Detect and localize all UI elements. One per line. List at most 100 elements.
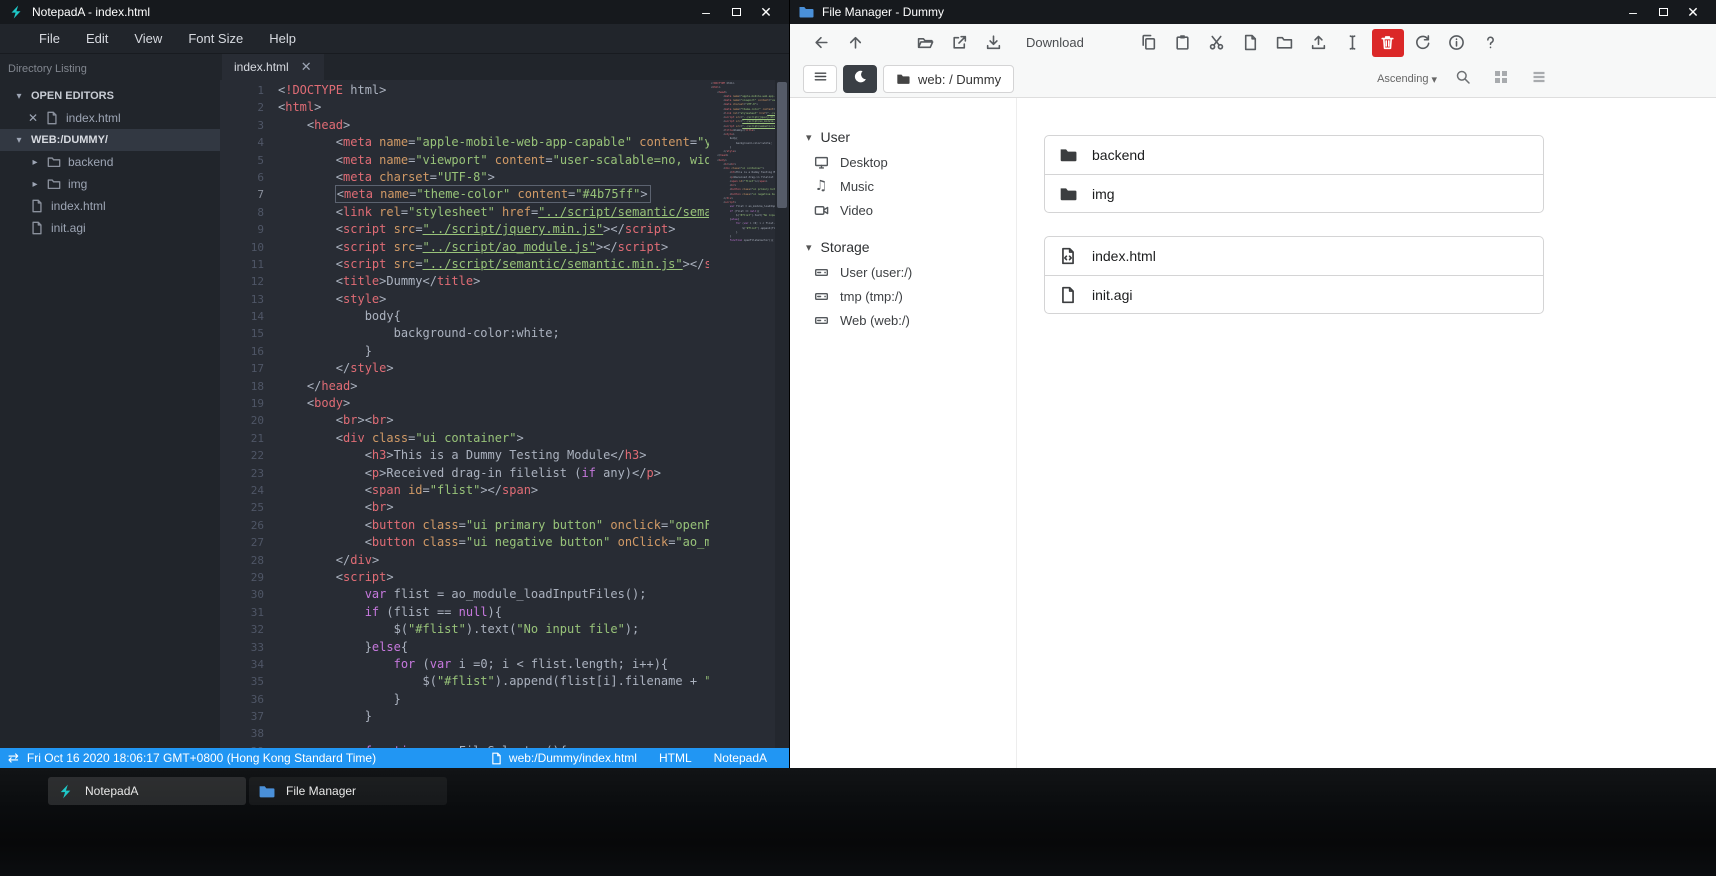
paste-button[interactable] [1168,29,1198,57]
maximize-button[interactable] [721,1,751,23]
rename-button[interactable] [1338,29,1368,57]
code-line[interactable]: <body> [278,395,709,412]
statusbar-language[interactable]: HTML [659,751,692,765]
open-editor-item[interactable]: ✕ index.html [0,107,220,129]
open-button[interactable] [910,29,940,57]
help-button[interactable] [1476,29,1506,57]
notepada-titlebar[interactable]: NotepadA - index.html – ✕ [0,0,789,24]
code-line[interactable] [278,725,709,742]
tab-close-icon[interactable]: ✕ [301,59,312,75]
code-line[interactable]: </head> [278,378,709,395]
editor-minimap[interactable]: <!DOCTYPE html> <html> <head> <meta name=… [711,82,775,748]
code-line[interactable]: <meta name="viewport" content="user-scal… [278,152,709,169]
code-line[interactable]: background-color:white; [278,325,709,342]
menu-button[interactable] [803,65,837,93]
code-line[interactable]: } [278,691,709,708]
download-button[interactable]: Download [1026,35,1084,50]
list-view-button[interactable] [1527,67,1551,91]
menu-edit[interactable]: Edit [73,24,121,53]
close-file-icon[interactable]: ✕ [28,111,38,125]
code-line[interactable]: <meta charset="UTF-8"> [278,169,709,186]
code-line[interactable]: <meta name="apple-mobile-web-app-capable… [278,134,709,151]
tree-item-img[interactable]: ▸ img [0,173,220,195]
sidebar-item-web-web[interactable]: Web (web:/) [806,308,1016,332]
statusbar-filepath-group[interactable]: web:/Dummy/index.html [490,751,637,765]
close-button[interactable]: ✕ [1678,1,1708,23]
sort-order-dropdown[interactable]: Ascending ▾ [1377,73,1437,86]
tab-index-html[interactable]: index.html ✕ [222,54,324,80]
new-file-button[interactable] [1236,29,1266,57]
code-line[interactable]: <style> [278,291,709,308]
tree-item-backend[interactable]: ▸ backend [0,151,220,173]
menu-view[interactable]: View [121,24,175,53]
code-line[interactable]: <span id="flist"></span> [278,482,709,499]
code-line[interactable]: } [278,343,709,360]
up-button[interactable] [840,29,870,57]
file-row-backend[interactable]: backend [1045,136,1543,174]
sidebar-item-music[interactable]: ♫ Music [806,174,1016,198]
code-line[interactable]: }else{ [278,639,709,656]
download-icon-button[interactable] [978,29,1008,57]
refresh-button[interactable] [1408,29,1438,57]
back-button[interactable] [806,29,836,57]
app-launcher-button[interactable] [10,778,37,809]
dark-mode-toggle[interactable] [843,65,877,93]
code-line[interactable]: <p>Received drag-in filelist (if any)</p… [278,465,709,482]
minimize-button[interactable]: – [691,1,721,23]
code-line[interactable]: <meta name="theme-color" content="#4b75f… [278,186,709,203]
new-folder-button[interactable] [1270,29,1300,57]
code-line[interactable]: $("#flist").append(flist[i].filename + "… [278,673,709,690]
code-line[interactable]: <button class="ui primary button" onclic… [278,517,709,534]
open-in-new-tab-button[interactable] [944,29,974,57]
menu-font-size[interactable]: Font Size [175,24,256,53]
code-line[interactable]: <script src="../script/ao_module.js"></s… [278,239,709,256]
open-editors-section[interactable]: ▾ OPEN EDITORS [0,85,220,107]
code-line[interactable]: function openFileSelector(){ [278,743,709,748]
sidebar-item-user-user[interactable]: User (user:/) [806,260,1016,284]
file-row-init-agi[interactable]: init.agi [1045,275,1543,313]
menu-file[interactable]: File [26,24,73,53]
code-line[interactable]: <head> [278,117,709,134]
code-line[interactable]: <link rel="stylesheet" href="../script/s… [278,204,709,221]
code-line[interactable]: <script> [278,569,709,586]
scrollbar-thumb[interactable] [777,82,787,208]
code-line[interactable]: <!DOCTYPE html> [278,82,709,99]
minimize-button[interactable]: – [1618,1,1648,23]
code-line[interactable]: <h3>This is a Dummy Testing Module</h3> [278,447,709,464]
code-line[interactable]: <script src="../script/semantic/semantic… [278,256,709,273]
menu-help[interactable]: Help [256,24,309,53]
file-row-index-html[interactable]: index.html [1045,237,1543,275]
cut-button[interactable] [1202,29,1232,57]
code-line[interactable]: </style> [278,360,709,377]
code-line[interactable]: <html> [278,99,709,116]
info-button[interactable] [1442,29,1472,57]
copy-button[interactable] [1134,29,1164,57]
code-line[interactable]: </div> [278,552,709,569]
code-line[interactable]: <br> [278,499,709,516]
code-line[interactable]: var flist = ao_module_loadInputFiles(); [278,586,709,603]
close-button[interactable]: ✕ [751,1,781,23]
code-line[interactable]: for (var i =0; i < flist.length; i++){ [278,656,709,673]
code-line[interactable]: <title>Dummy</title> [278,273,709,290]
file-row-img[interactable]: img [1045,174,1543,212]
code-line[interactable]: <div class="ui container"> [278,430,709,447]
upload-button[interactable] [1304,29,1334,57]
code-line[interactable]: body{ [278,308,709,325]
editor-scrollbar[interactable] [775,80,789,748]
delete-button[interactable] [1371,28,1404,57]
breadcrumb[interactable]: web: / Dummy [883,65,1015,93]
code-line[interactable]: } [278,708,709,725]
taskbar-item-notepada[interactable]: NotepadA [48,777,246,805]
search-button[interactable] [1451,67,1475,91]
tree-item-index-html[interactable]: index.html [0,195,220,217]
code-editor[interactable]: <!DOCTYPE html> <html> <head> <meta name=… [278,82,709,748]
taskbar-item-file-manager[interactable]: File Manager [249,777,447,805]
code-line[interactable]: <br><br> [278,412,709,429]
tree-item-init-agi[interactable]: init.agi [0,217,220,239]
sidebar-section-header-user[interactable]: ▾ User [806,124,1016,150]
code-line[interactable]: <script src="../script/jquery.min.js"></… [278,221,709,238]
sidebar-item-video[interactable]: Video [806,198,1016,222]
workspace-section[interactable]: ▾ WEB:/DUMMY/ [0,129,220,151]
file-manager-titlebar[interactable]: File Manager - Dummy – ✕ [790,0,1716,24]
sidebar-item-desktop[interactable]: Desktop [806,150,1016,174]
